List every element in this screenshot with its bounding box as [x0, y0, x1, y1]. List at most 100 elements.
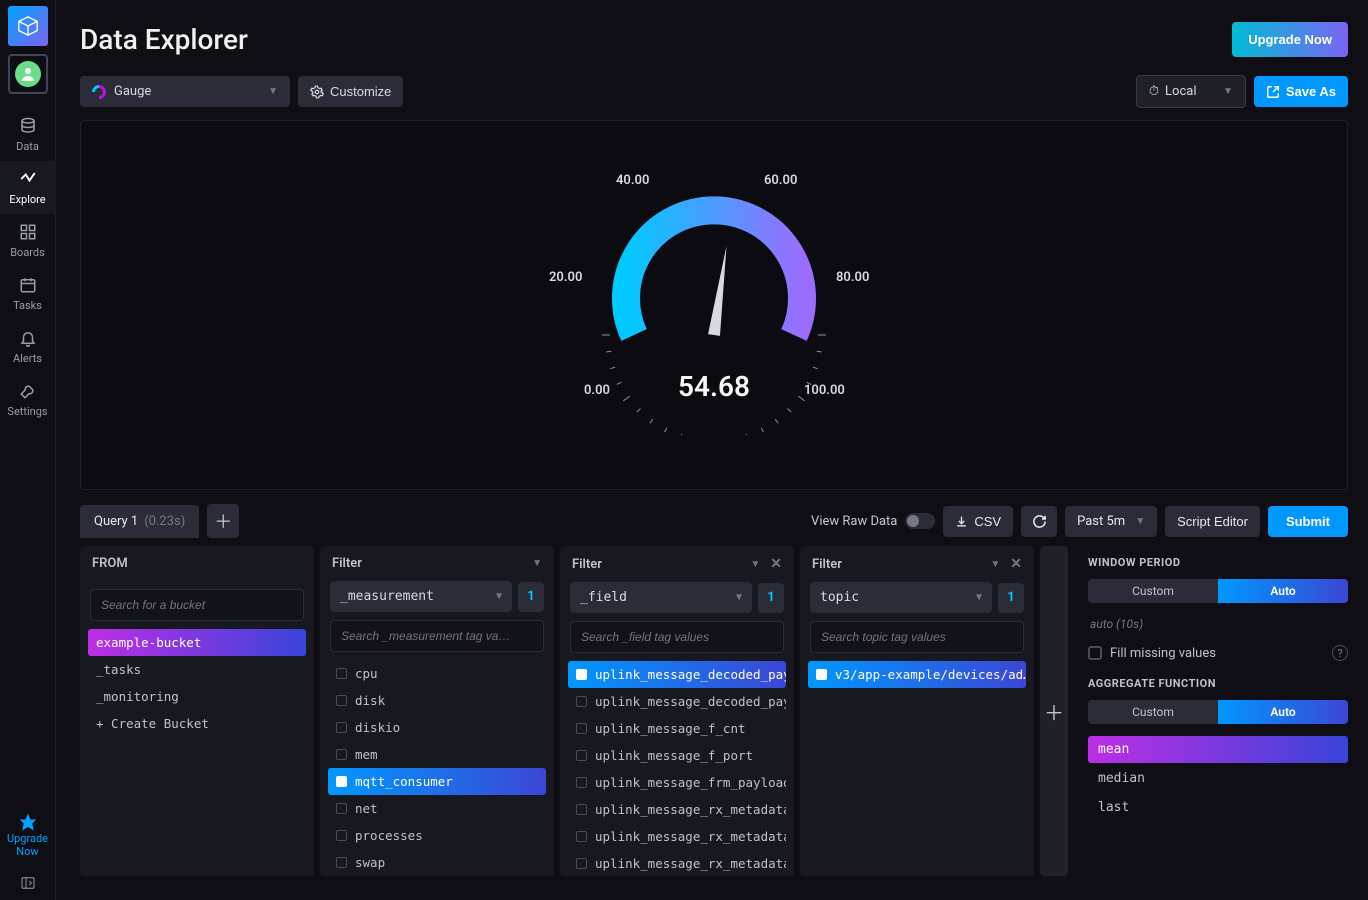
aggregate-item[interactable]: median	[1088, 765, 1348, 792]
filter-count: 1	[758, 583, 784, 613]
upgrade-now-button[interactable]: Upgrade Now	[1232, 22, 1348, 57]
list-item[interactable]: net	[328, 795, 546, 822]
bucket-list-item[interactable]: example-bucket	[88, 629, 306, 656]
checkbox-icon	[336, 803, 347, 814]
bell-icon	[18, 328, 38, 348]
timezone-label: Local	[1165, 84, 1196, 99]
list-item[interactable]: mqtt_consumer	[328, 768, 546, 795]
query-tab[interactable]: Query 1 (0.23s)	[80, 505, 199, 538]
sidebar-item-data[interactable]: Data	[0, 108, 56, 161]
list-item[interactable]: uplink_message_rx_metadata_…	[568, 850, 786, 876]
segment-custom[interactable]: Custom	[1088, 579, 1218, 603]
list-item-label: disk	[355, 693, 385, 708]
database-icon	[18, 116, 38, 136]
bucket-list-item[interactable]: _tasks	[88, 656, 306, 683]
list-item-label: uplink_message_frm_payload	[595, 775, 786, 790]
list-item-label: swap	[355, 855, 385, 870]
aggregate-item[interactable]: mean	[1088, 736, 1348, 763]
help-icon[interactable]: ?	[1332, 645, 1348, 661]
calendar-icon	[18, 275, 38, 295]
query-tab-label: Query 1	[94, 514, 138, 529]
collapse-sidebar-icon[interactable]	[0, 866, 56, 900]
close-icon[interactable]: ✕	[1010, 556, 1022, 572]
sidebar-label: Boards	[10, 246, 45, 259]
caret-down-icon[interactable]: ▼	[532, 558, 542, 569]
list-item[interactable]: disk	[328, 687, 546, 714]
checkbox-icon	[576, 804, 587, 815]
list-item[interactable]: uplink_message_decoded_payl…	[568, 688, 786, 715]
filter-header: Filter	[332, 556, 362, 571]
segment-auto[interactable]: Auto	[1218, 700, 1348, 724]
avatar[interactable]	[8, 54, 48, 94]
sidebar-item-explore[interactable]: Explore	[0, 161, 56, 214]
csv-button[interactable]: CSV	[943, 506, 1013, 537]
caret-down-icon[interactable]: ▼	[750, 559, 760, 570]
list-item-label: uplink_message_rx_metadata_…	[595, 829, 786, 844]
sidebar-item-tasks[interactable]: Tasks	[0, 267, 56, 320]
left-sidebar: Data Explore Boards Tasks Alerts Setting…	[0, 0, 56, 900]
filter-search-input[interactable]	[810, 621, 1024, 653]
gauge-value: 54.68	[554, 370, 874, 403]
filter-key-label: topic	[820, 590, 859, 605]
sidebar-upgrade[interactable]: Upgrade Now	[0, 804, 56, 866]
viz-type-select[interactable]: Gauge ▼	[80, 76, 290, 107]
list-item[interactable]: processes	[328, 822, 546, 849]
close-icon[interactable]: ✕	[770, 556, 782, 572]
bucket-list-item[interactable]: + Create Bucket	[88, 710, 306, 737]
sidebar-item-settings[interactable]: Settings	[0, 373, 56, 426]
fill-missing-checkbox[interactable]: Fill missing values ?	[1088, 645, 1348, 661]
segment-custom[interactable]: Custom	[1088, 700, 1218, 724]
save-as-button[interactable]: Save As	[1254, 76, 1348, 107]
aggregate-segment[interactable]: Custom Auto	[1088, 700, 1348, 724]
list-item-label: processes	[355, 828, 423, 843]
segment-auto[interactable]: Auto	[1218, 579, 1348, 603]
list-item[interactable]: uplink_message_rx_metadata_…	[568, 796, 786, 823]
checkbox-icon	[576, 696, 587, 707]
script-editor-button[interactable]: Script Editor	[1165, 506, 1260, 537]
filter-key-select[interactable]: _measurement▼	[330, 581, 512, 612]
customize-label: Customize	[330, 84, 391, 99]
customize-button[interactable]: Customize	[298, 76, 403, 107]
time-range-label: Past 5m	[1077, 514, 1125, 529]
list-item[interactable]: uplink_message_f_cnt	[568, 715, 786, 742]
timezone-select[interactable]: ⏱Local ▼	[1136, 75, 1246, 108]
gauge-tick: 40.00	[616, 173, 649, 188]
sidebar-item-alerts[interactable]: Alerts	[0, 320, 56, 373]
sidebar-item-boards[interactable]: Boards	[0, 214, 56, 267]
list-item[interactable]: uplink_message_frm_payload	[568, 769, 786, 796]
filter-key-label: _field	[580, 590, 627, 605]
list-item[interactable]: cpu	[328, 660, 546, 687]
list-item[interactable]: uplink_message_decoded_payl…	[568, 661, 786, 688]
submit-button[interactable]: Submit	[1268, 506, 1348, 537]
bucket-search-input[interactable]	[90, 589, 304, 621]
list-item[interactable]: mem	[328, 741, 546, 768]
filter-key-select[interactable]: _field▼	[570, 582, 752, 613]
checkbox-icon	[576, 750, 587, 761]
list-item[interactable]: uplink_message_rx_metadata_…	[568, 823, 786, 850]
list-item[interactable]: diskio	[328, 714, 546, 741]
view-raw-label: View Raw Data	[811, 514, 897, 529]
window-period-segment[interactable]: Custom Auto	[1088, 579, 1348, 603]
refresh-button[interactable]	[1021, 506, 1057, 537]
view-raw-data-toggle[interactable]: View Raw Data	[811, 513, 935, 529]
upgrade-text-1: Upgrade	[7, 832, 48, 845]
clock-icon: ⏱	[1149, 84, 1159, 99]
logo-icon[interactable]	[8, 6, 48, 46]
filter-search-input[interactable]	[330, 620, 544, 652]
aggregate-item[interactable]: last	[1088, 794, 1348, 821]
filter-search-input[interactable]	[570, 621, 784, 653]
add-filter-button[interactable]: ＋	[1040, 546, 1068, 876]
list-item[interactable]: swap	[328, 849, 546, 876]
time-range-select[interactable]: Past 5m ▼	[1065, 506, 1157, 537]
bucket-list-item[interactable]: _monitoring	[88, 683, 306, 710]
add-query-button[interactable]: ＋	[207, 504, 239, 538]
gauge-type-icon	[89, 82, 109, 102]
gauge-chart: 0.00 20.00 40.00 60.00 80.00 100.00 54.6…	[554, 175, 874, 435]
filter-key-select[interactable]: topic▼	[810, 582, 992, 613]
filter-count: 1	[518, 582, 544, 612]
list-item[interactable]: uplink_message_f_port	[568, 742, 786, 769]
list-item-label: diskio	[355, 720, 400, 735]
list-item-label: uplink_message_f_cnt	[595, 721, 746, 736]
list-item[interactable]: v3/app-example/devices/ad…	[808, 661, 1026, 688]
caret-down-icon[interactable]: ▼	[990, 559, 1000, 570]
